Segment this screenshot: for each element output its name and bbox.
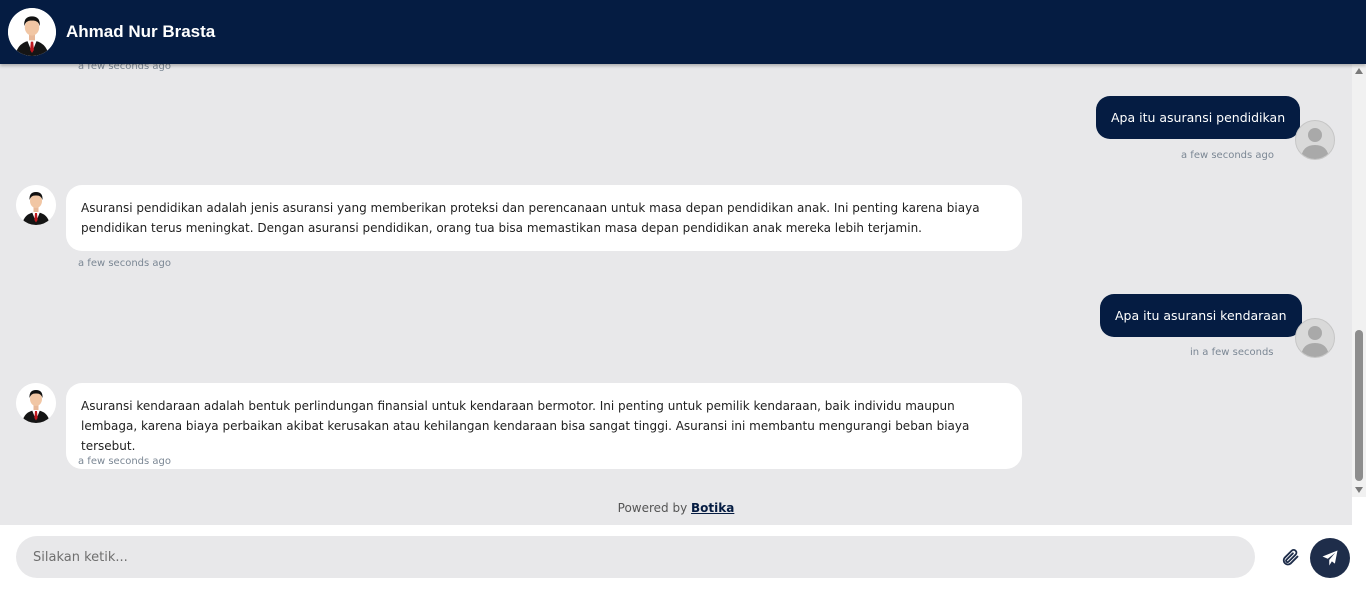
user-message-bubble: Apa itu asuransi kendaraan bbox=[1100, 294, 1302, 337]
businessman-avatar-icon bbox=[16, 383, 56, 423]
bot-message-bubble: Asuransi kendaraan adalah bentuk perlind… bbox=[66, 383, 1022, 469]
message-timestamp: in a few seconds bbox=[1190, 347, 1274, 358]
send-button[interactable] bbox=[1310, 538, 1350, 578]
powered-by: Powered by Botika bbox=[0, 501, 1352, 515]
message-scrollbar[interactable] bbox=[1352, 64, 1366, 497]
chat-app: Ahmad Nur Brasta a few seconds ago Apa i… bbox=[0, 0, 1366, 589]
message-timestamp: a few seconds ago bbox=[1181, 150, 1274, 161]
powered-by-prefix: Powered by bbox=[617, 501, 688, 515]
scrollbar-thumb[interactable] bbox=[1355, 330, 1363, 481]
composer-bar bbox=[0, 525, 1366, 589]
agent-avatar bbox=[8, 8, 56, 56]
message-list[interactable]: a few seconds ago Apa itu asuransi pendi… bbox=[0, 64, 1352, 525]
chat-header: Ahmad Nur Brasta bbox=[0, 0, 1366, 64]
user-silhouette-icon bbox=[1301, 326, 1329, 357]
user-avatar bbox=[1295, 318, 1335, 358]
message-timestamp: a few seconds ago bbox=[78, 258, 171, 269]
paper-plane-icon bbox=[1322, 550, 1338, 566]
bot-message-bubble: Asuransi pendidikan adalah jenis asurans… bbox=[66, 185, 1022, 251]
message-timestamp: a few seconds ago bbox=[78, 64, 171, 72]
attach-button[interactable] bbox=[1280, 547, 1300, 567]
scroll-up-arrow-icon[interactable] bbox=[1355, 68, 1363, 74]
paperclip-icon bbox=[1282, 549, 1299, 566]
user-message-bubble: Apa itu asuransi pendidikan bbox=[1096, 96, 1301, 139]
businessman-avatar-icon bbox=[8, 8, 56, 56]
scroll-down-arrow-icon[interactable] bbox=[1355, 487, 1363, 493]
chat-title: Ahmad Nur Brasta bbox=[66, 22, 216, 41]
message-timestamp: a few seconds ago bbox=[78, 456, 171, 467]
bot-avatar bbox=[16, 185, 56, 225]
bot-avatar bbox=[16, 383, 56, 423]
businessman-avatar-icon bbox=[16, 185, 56, 225]
botika-link[interactable]: Botika bbox=[691, 501, 734, 515]
user-avatar bbox=[1295, 120, 1335, 160]
message-input[interactable] bbox=[16, 536, 1255, 578]
user-silhouette-icon bbox=[1301, 128, 1329, 159]
